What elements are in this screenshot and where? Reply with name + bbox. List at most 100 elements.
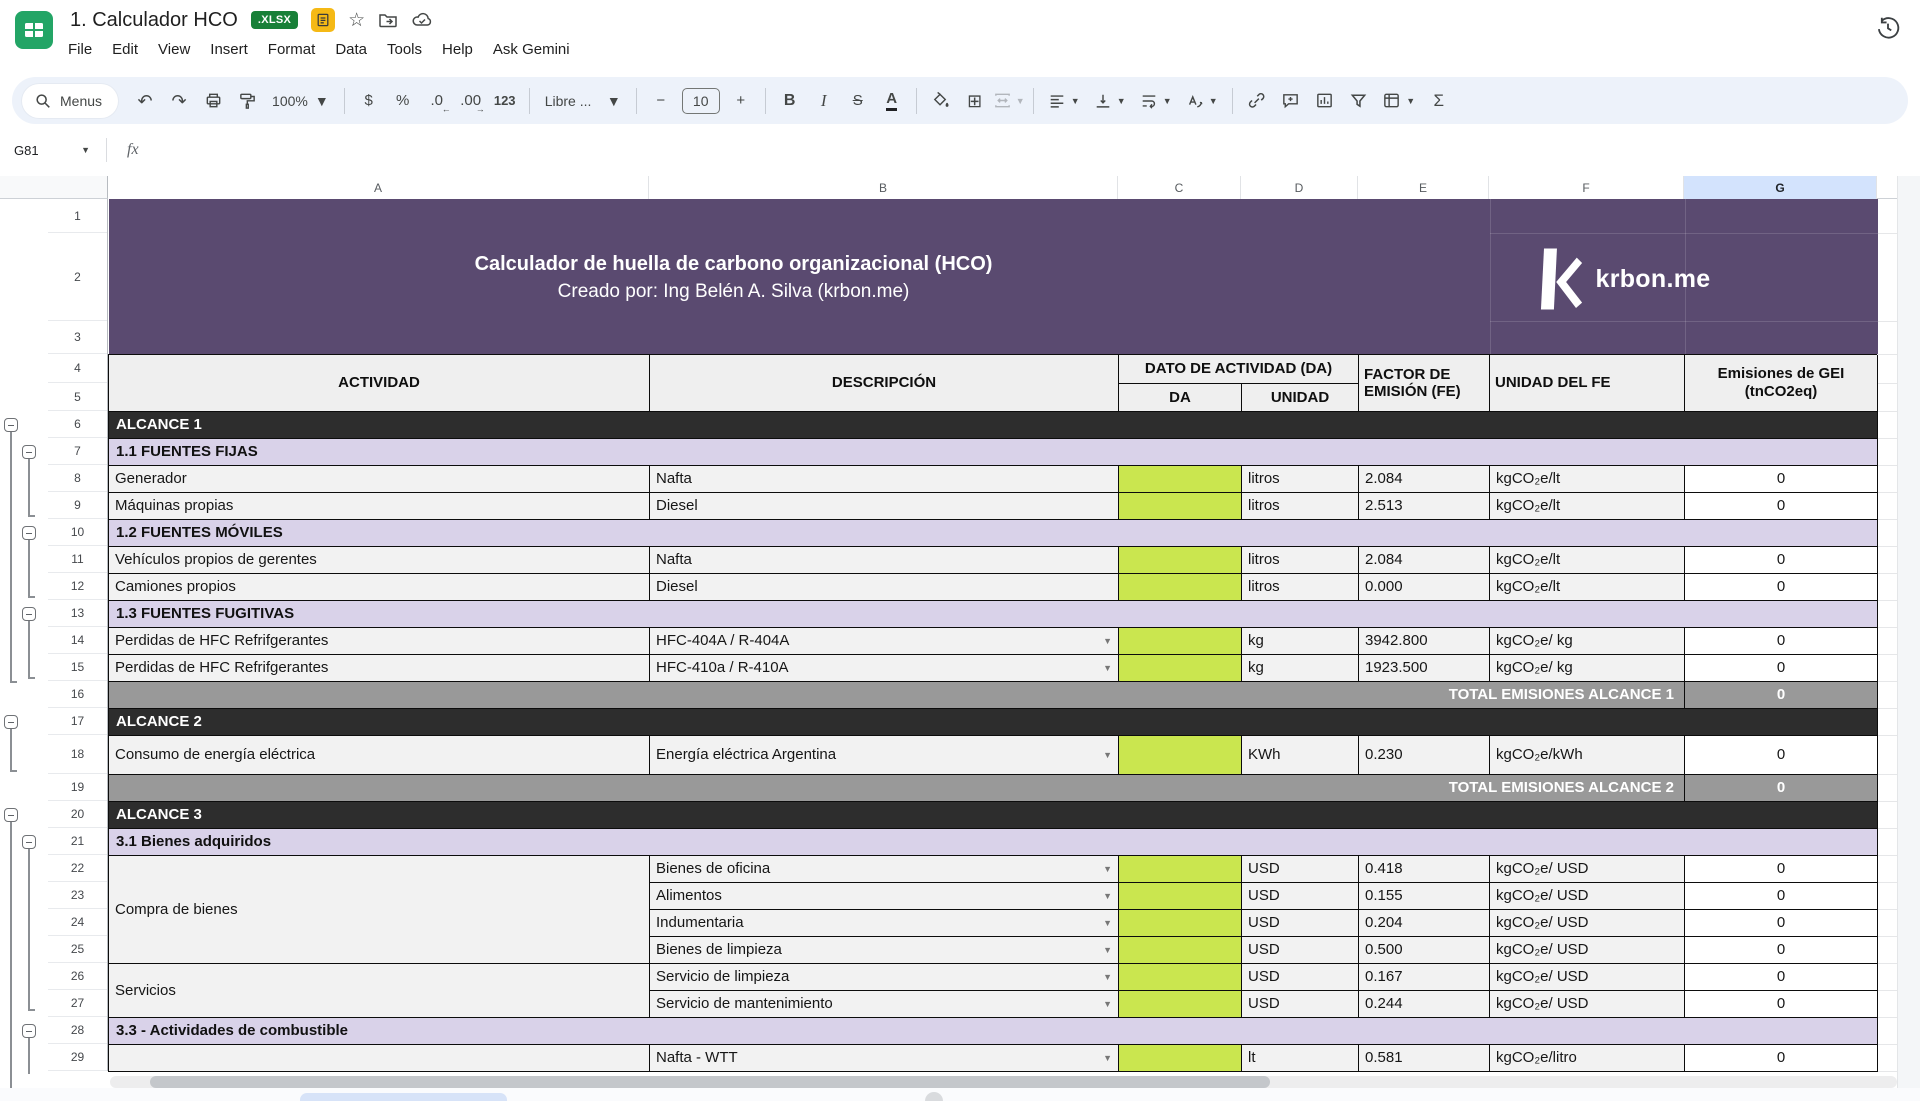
cell-A22[interactable]: Compra de bienes — [109, 855, 650, 963]
row-group-collapse-button[interactable] — [22, 835, 36, 849]
star-icon[interactable]: ☆ — [348, 11, 365, 30]
column-header-A[interactable]: A — [108, 176, 649, 199]
document-title[interactable]: 1. Calculador HCO — [70, 9, 238, 32]
cell-F23[interactable]: kgCO₂e/ USD — [1490, 882, 1685, 909]
row-header-28[interactable]: 28 — [48, 1017, 107, 1044]
cell-C12[interactable] — [1119, 573, 1242, 600]
cell-F27[interactable]: kgCO₂e/ USD — [1490, 990, 1685, 1017]
cell-G19[interactable]: 0 — [1685, 774, 1878, 801]
cell-B23[interactable]: Alimentos▼ — [650, 882, 1119, 909]
dropdown-arrow-icon[interactable]: ▼ — [1103, 972, 1112, 982]
menus-search-button[interactable]: Menus — [22, 84, 118, 118]
menu-item-tools[interactable]: Tools — [377, 36, 432, 63]
cell-E11[interactable]: 2.084 — [1359, 546, 1490, 573]
cell-F14[interactable]: kgCO₂e/ kg — [1490, 627, 1685, 654]
cell-F15[interactable]: kgCO₂e/ kg — [1490, 654, 1685, 681]
cell-H27[interactable] — [1878, 990, 1898, 1017]
borders-button[interactable]: ⊞ — [959, 85, 991, 117]
dropdown-arrow-icon[interactable]: ▼ — [1103, 1053, 1112, 1063]
cell-A12[interactable]: Camiones propios — [109, 573, 650, 600]
row-header-18[interactable]: 18 — [48, 735, 107, 774]
cell-A29[interactable] — [109, 1044, 650, 1071]
cell-E8[interactable]: 2.084 — [1359, 465, 1490, 492]
cell-H20[interactable] — [1878, 801, 1898, 828]
cell-H9[interactable] — [1878, 492, 1898, 519]
row-header-16[interactable]: 16 — [48, 681, 107, 708]
section-row-6[interactable]: ALCANCE 1 — [109, 411, 1878, 438]
format-currency-button[interactable]: $ — [353, 85, 385, 117]
cell-C18[interactable] — [1119, 735, 1242, 774]
row-header-10[interactable]: 10 — [48, 519, 107, 546]
cell-H22[interactable] — [1878, 855, 1898, 882]
cell-E18[interactable]: 0.230 — [1359, 735, 1490, 774]
header-da[interactable]: DA — [1119, 383, 1242, 411]
increase-font-size-button[interactable]: + — [725, 85, 757, 117]
cell-C27[interactable] — [1119, 990, 1242, 1017]
insert-chart-button[interactable] — [1309, 85, 1341, 117]
name-box[interactable]: G81 ▼ — [0, 143, 100, 158]
dropdown-arrow-icon[interactable]: ▼ — [1103, 636, 1112, 646]
row-header-21[interactable]: 21 — [48, 828, 107, 855]
italic-button[interactable]: I — [808, 85, 840, 117]
cell-B11[interactable]: Nafta — [650, 546, 1119, 573]
compatibility-mode-icon[interactable] — [311, 8, 335, 32]
cell-G26[interactable]: 0 — [1685, 963, 1878, 990]
cell-D11[interactable]: litros — [1242, 546, 1359, 573]
cell-A11[interactable]: Vehículos propios de gerentes — [109, 546, 650, 573]
row-header-4[interactable]: 4 — [48, 354, 107, 383]
pivot-table-button[interactable]: ▼ — [1377, 85, 1421, 117]
vertical-scrollbar-track[interactable] — [1897, 176, 1920, 1101]
cell-H5[interactable] — [1878, 383, 1898, 411]
row-header-27[interactable]: 27 — [48, 990, 107, 1017]
cell-B9[interactable]: Diesel — [650, 492, 1119, 519]
cell-C8[interactable] — [1119, 465, 1242, 492]
header-descripcion[interactable]: DESCRIPCIÓN — [650, 354, 1119, 411]
cell-G12[interactable]: 0 — [1685, 573, 1878, 600]
cell-C15[interactable] — [1119, 654, 1242, 681]
cell-C22[interactable] — [1119, 855, 1242, 882]
dropdown-arrow-icon[interactable]: ▼ — [1103, 945, 1112, 955]
cell-F8[interactable]: kgCO₂e/lt — [1490, 465, 1685, 492]
fill-color-button[interactable] — [925, 85, 957, 117]
create-filter-button[interactable] — [1343, 85, 1375, 117]
active-sheet-tab-edge[interactable] — [300, 1093, 507, 1101]
cell-C11[interactable] — [1119, 546, 1242, 573]
subsection-row-10[interactable]: 1.2 FUENTES MÓVILES — [109, 519, 1878, 546]
cell-C24[interactable] — [1119, 909, 1242, 936]
header-unidad[interactable]: UNIDAD — [1242, 383, 1359, 411]
cell-H18[interactable] — [1878, 735, 1898, 774]
cell-C29[interactable] — [1119, 1044, 1242, 1071]
increase-decimal-button[interactable]: .00 → — [455, 85, 487, 117]
cell-B12[interactable]: Diesel — [650, 573, 1119, 600]
cell-H23[interactable] — [1878, 882, 1898, 909]
cell-D12[interactable]: litros — [1242, 573, 1359, 600]
cell-B8[interactable]: Nafta — [650, 465, 1119, 492]
cell-H1[interactable] — [1878, 199, 1898, 233]
row-header-24[interactable]: 24 — [48, 909, 107, 936]
strikethrough-button[interactable]: S — [842, 85, 874, 117]
cell-H14[interactable] — [1878, 627, 1898, 654]
cell-B25[interactable]: Bienes de limpieza▼ — [650, 936, 1119, 963]
horizontal-align-button[interactable]: ▼ — [1042, 85, 1086, 117]
cell-D25[interactable]: USD — [1242, 936, 1359, 963]
format-percent-button[interactable]: % — [387, 85, 419, 117]
cell-F22[interactable]: kgCO₂e/ USD — [1490, 855, 1685, 882]
dropdown-arrow-icon[interactable]: ▼ — [1103, 999, 1112, 1009]
more-formats-button[interactable]: 123 — [489, 85, 521, 117]
cell-G29[interactable]: 0 — [1685, 1044, 1878, 1071]
row-header-3[interactable]: 3 — [48, 321, 107, 354]
row-header-13[interactable]: 13 — [48, 600, 107, 627]
cell-D24[interactable]: USD — [1242, 909, 1359, 936]
insert-link-button[interactable] — [1241, 85, 1273, 117]
cell-G16[interactable]: 0 — [1685, 681, 1878, 708]
cell-A18[interactable]: Consumo de energía eléctrica — [109, 735, 650, 774]
banner-cell[interactable]: Calculador de huella de carbono organiza… — [109, 199, 1878, 354]
cell-H21[interactable] — [1878, 828, 1898, 855]
cell-A26[interactable]: Servicios — [109, 963, 650, 1017]
row-group-collapse-button[interactable] — [22, 526, 36, 540]
row-header-25[interactable]: 25 — [48, 936, 107, 963]
text-rotation-button[interactable]: ▼ — [1180, 85, 1224, 117]
decrease-font-size-button[interactable]: − — [645, 85, 677, 117]
version-history-icon[interactable] — [1872, 12, 1904, 44]
cell-E26[interactable]: 0.167 — [1359, 963, 1490, 990]
